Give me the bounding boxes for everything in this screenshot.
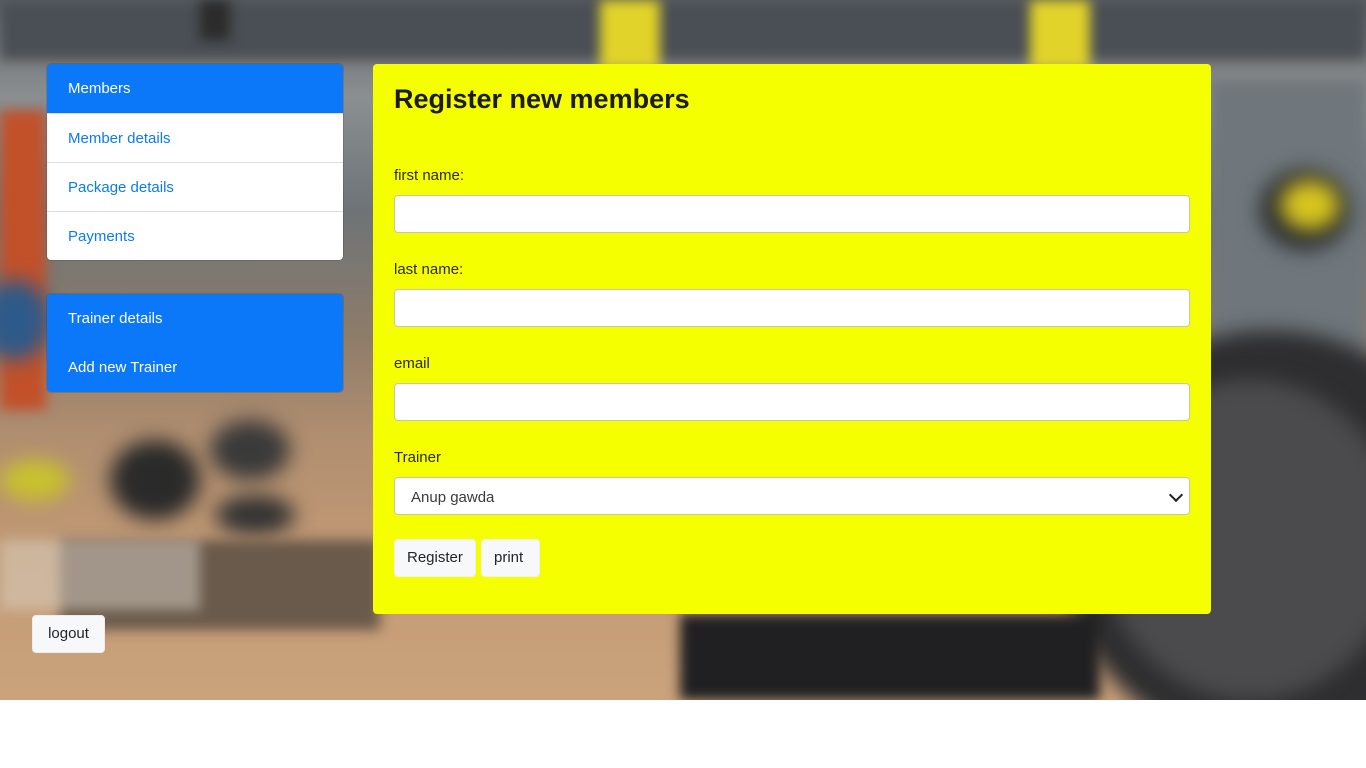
last-name-label: last name: xyxy=(394,261,464,278)
trainer-label: Trainer xyxy=(394,449,441,466)
sidebar-item-members[interactable]: Members xyxy=(47,64,343,113)
first-name-input[interactable] xyxy=(394,195,1190,233)
logout-button[interactable]: logout xyxy=(32,615,105,653)
sidebar-item-member-details[interactable]: Member details xyxy=(47,113,343,162)
trainer-selected-value: Anup gawda xyxy=(411,489,495,506)
email-label: email xyxy=(394,355,430,372)
first-name-label: first name: xyxy=(394,167,465,184)
trainer-menu: Trainer details Add new Trainer xyxy=(47,294,343,392)
sidebar-item-add-new-trainer[interactable]: Add new Trainer xyxy=(47,343,343,392)
page-title: Register new members xyxy=(394,84,690,114)
register-button[interactable]: Register xyxy=(394,539,476,577)
print-button[interactable]: print xyxy=(481,539,540,577)
register-member-card: Register new members first name: last na… xyxy=(373,64,1211,614)
last-name-input[interactable] xyxy=(394,289,1190,327)
sidebar-item-package-details[interactable]: Package details xyxy=(47,162,343,211)
trainer-select[interactable]: Anup gawda xyxy=(394,477,1190,515)
chevron-down-icon xyxy=(1168,487,1184,503)
sidebar-item-trainer-details[interactable]: Trainer details xyxy=(47,294,343,343)
members-menu: Members Member details Package details P… xyxy=(47,64,343,260)
email-input[interactable] xyxy=(394,383,1190,421)
sidebar-item-payments[interactable]: Payments xyxy=(47,211,343,260)
